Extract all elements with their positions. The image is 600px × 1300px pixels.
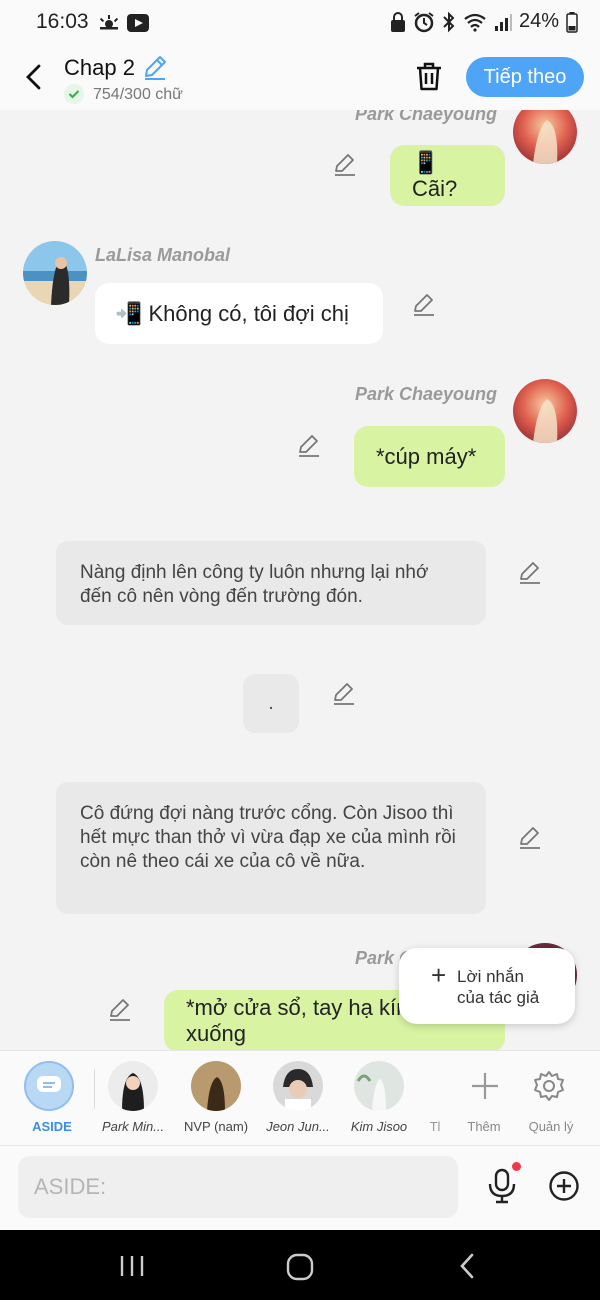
manage-label: Quản lý xyxy=(528,1119,574,1134)
edit-message-pencil-icon[interactable] xyxy=(108,998,132,1022)
signal-icon xyxy=(494,13,512,31)
status-bar: 16:03 24% xyxy=(0,0,600,44)
message-bubble[interactable]: 📲 Không có, tôi đợi chị xyxy=(95,283,383,344)
message-speaker: Park Chaeyoung xyxy=(355,110,498,124)
plus-icon xyxy=(460,1061,510,1111)
manage-button[interactable]: Quản lý xyxy=(524,1061,578,1134)
message-bubble[interactable]: *cúp máy* xyxy=(354,426,505,487)
youtube-icon xyxy=(127,14,149,32)
avatar xyxy=(108,1061,158,1111)
character-jeon-jun[interactable]: Jeon Jun... xyxy=(260,1061,336,1134)
alarm-icon xyxy=(414,11,434,32)
chat-area[interactable]: Park Chaeyoung 📱Cãi? LaLisa Manobal 📲 Kh… xyxy=(0,110,600,1050)
character-selector: ASIDE Park Min... NVP (nam) Jeon Jun... … xyxy=(0,1050,600,1146)
recording-dot xyxy=(512,1162,521,1171)
chapter-header: Chap 2 754/300 chữ Tiếp theo xyxy=(0,44,600,110)
avatar[interactable] xyxy=(513,110,577,164)
character-partial[interactable]: Tl xyxy=(428,1061,442,1134)
edit-narration-pencil-icon[interactable] xyxy=(332,682,356,706)
chevron-left-icon xyxy=(26,64,41,90)
avatar xyxy=(273,1061,323,1111)
message-speaker: LaLisa Manobal xyxy=(95,245,231,265)
narration-block[interactable]: Cô đứng đợi nàng trước cổng. Còn Jisoo t… xyxy=(56,782,486,914)
recent-apps-icon[interactable] xyxy=(118,1254,146,1278)
character-label: Jeon Jun... xyxy=(266,1119,330,1134)
back-button[interactable] xyxy=(18,60,48,94)
next-button[interactable]: Tiếp theo xyxy=(466,57,584,97)
author-note-button[interactable]: + Lời nhắn của tác giả xyxy=(399,948,575,1024)
system-nav-bar xyxy=(0,1230,600,1300)
edit-narration-pencil-icon[interactable] xyxy=(518,561,542,585)
character-kim-jisoo[interactable]: Kim Jisoo xyxy=(346,1061,412,1134)
bluetooth-icon xyxy=(443,11,455,32)
avatar-placeholder xyxy=(428,1061,442,1111)
status-right-icons: 24% xyxy=(390,10,578,33)
add-label: Thêm xyxy=(467,1119,501,1134)
narration-block[interactable]: . xyxy=(243,674,299,733)
status-left-icons xyxy=(98,12,150,34)
author-note-line1: Lời nhắn xyxy=(457,967,524,986)
battery-percent: 24% xyxy=(518,10,559,32)
character-aside[interactable]: ASIDE xyxy=(24,1061,80,1134)
message-bubble[interactable]: 📱Cãi? xyxy=(390,145,505,206)
character-park-min[interactable]: Park Min... xyxy=(96,1061,170,1134)
edit-message-pencil-icon[interactable] xyxy=(297,434,321,458)
narration-block[interactable]: Nàng định lên công ty luôn nhưng lại nhớ… xyxy=(56,541,486,625)
back-nav-icon[interactable] xyxy=(458,1252,476,1280)
message-input[interactable] xyxy=(18,1156,458,1218)
weather-icon xyxy=(99,15,119,30)
narration-text: . xyxy=(268,692,274,714)
message-speaker: Park Chaeyoung xyxy=(355,384,498,404)
microphone-icon[interactable] xyxy=(486,1168,518,1204)
author-note-line2: của tác giả xyxy=(457,988,540,1007)
plus-icon: + xyxy=(431,960,447,990)
character-label: Kim Jisoo xyxy=(350,1119,408,1134)
chat-bubble-icon xyxy=(24,1061,74,1111)
avatar xyxy=(191,1061,241,1111)
check-circle-icon xyxy=(64,84,84,104)
character-nvp-nam[interactable]: NVP (nam) xyxy=(178,1061,254,1134)
wifi-icon xyxy=(464,13,486,32)
avatar[interactable] xyxy=(23,241,87,305)
message-text: 📱Cãi? xyxy=(412,149,458,201)
word-count: 754/300 chữ xyxy=(93,86,183,103)
character-label: NVP (nam) xyxy=(183,1119,249,1134)
edit-message-pencil-icon[interactable] xyxy=(412,293,436,317)
avatar xyxy=(354,1061,404,1111)
divider xyxy=(94,1069,95,1109)
status-time: 16:03 xyxy=(36,10,89,33)
narration-text: Nàng định lên công ty luôn nhưng lại nhớ… xyxy=(80,562,429,607)
lock-icon xyxy=(390,11,405,32)
message-text: *cúp máy* xyxy=(376,443,477,469)
trash-icon[interactable] xyxy=(414,60,444,92)
edit-message-pencil-icon[interactable] xyxy=(333,153,357,177)
character-label: Park Min... xyxy=(101,1119,165,1134)
gear-icon xyxy=(524,1061,574,1111)
message-text: 📲 Không có, tôi đợi chị xyxy=(115,300,349,326)
edit-title-pencil-icon[interactable] xyxy=(142,54,168,80)
battery-icon xyxy=(566,11,578,33)
author-note-label: Lời nhắn của tác giả xyxy=(457,966,539,1008)
composer xyxy=(0,1146,600,1230)
chapter-title[interactable]: Chap 2 xyxy=(64,55,135,81)
home-icon[interactable] xyxy=(286,1253,314,1281)
add-character-button[interactable]: Thêm xyxy=(460,1061,508,1134)
narration-text: Cô đứng đợi nàng trước cổng. Còn Jisoo t… xyxy=(80,803,456,872)
character-label: ASIDE xyxy=(32,1119,72,1134)
avatar[interactable] xyxy=(513,379,577,443)
add-circle-icon[interactable] xyxy=(548,1170,580,1202)
character-label: Tl xyxy=(429,1119,441,1134)
edit-narration-pencil-icon[interactable] xyxy=(518,826,542,850)
